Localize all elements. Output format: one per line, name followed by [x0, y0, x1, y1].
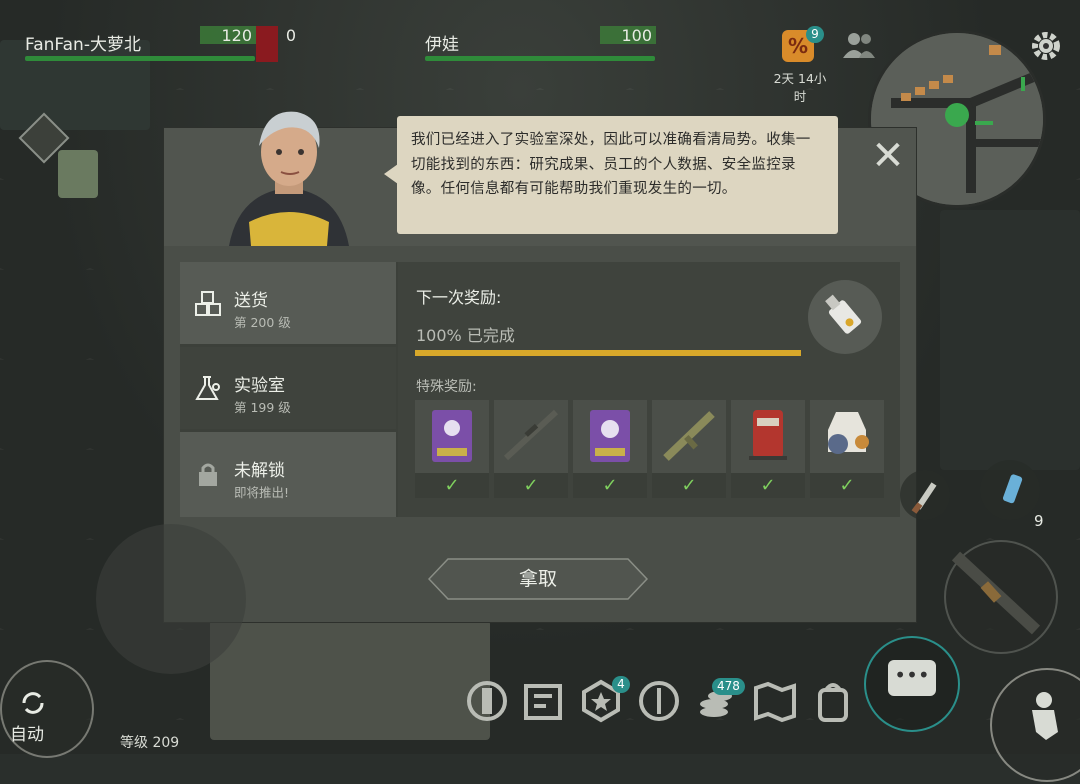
env-screen	[58, 150, 98, 198]
flask-icon	[194, 375, 222, 403]
player1-name: FanFan-大萝北	[25, 35, 141, 55]
reward-slot-2[interactable]: ✓	[494, 400, 568, 498]
sniper-rifle-icon	[494, 400, 568, 473]
close-icon[interactable]: ✕	[868, 136, 908, 176]
tab-locked-label: 未解锁	[234, 461, 285, 481]
craft-icon[interactable]	[464, 678, 510, 724]
claimed-check-icon: ✓	[810, 473, 884, 498]
refresh-icon	[20, 690, 46, 720]
chat-button[interactable]: •••	[864, 636, 960, 732]
tab-laboratory[interactable]: 实验室 第 199 级	[180, 347, 396, 429]
sneak-button[interactable]	[990, 668, 1080, 782]
reward-slot-4[interactable]: ✓	[652, 400, 726, 498]
chat-bubble-icon: •••	[888, 660, 936, 696]
tab-laboratory-label: 实验室	[234, 376, 285, 396]
claimed-check-icon: ✓	[573, 473, 647, 498]
reward-slot-1[interactable]: ✓	[415, 400, 489, 498]
purple-skull-card-icon	[415, 400, 489, 473]
player2-hp-value: 100	[621, 26, 652, 45]
purple-bear-card-icon	[573, 400, 647, 473]
tab-delivery-level: 第 200 级	[234, 315, 291, 330]
reward-dialog: 我们已经进入了实验室深处，因此可以准确看清局势。收集一切能找到的东西：研究成果、…	[164, 111, 916, 622]
key-reward-icon	[808, 280, 882, 354]
player2-hp-bar	[425, 56, 655, 61]
reward-slot-3[interactable]: ✓	[573, 400, 647, 498]
backpack-icon[interactable]	[810, 678, 856, 724]
quests-icon[interactable]	[520, 678, 566, 724]
tab-laboratory-level: 第 199 级	[234, 400, 291, 415]
progress-bar	[415, 350, 801, 356]
claimed-check-icon: ✓	[652, 473, 726, 498]
tab-delivery-label: 送货	[234, 291, 268, 311]
env-crates	[210, 620, 490, 740]
tab-delivery[interactable]: 送货 第 200 级	[180, 262, 396, 344]
event-timer: 2天 14小时	[773, 71, 827, 104]
player2-name: 伊娃	[425, 35, 459, 55]
movement-joystick[interactable]	[96, 524, 246, 674]
reward-panel: 送货 第 200 级 实验室 第 199 级 未解锁 即将推出! 下一次奖励: …	[180, 262, 900, 517]
coins-badge: 478	[712, 678, 745, 695]
progress-text: 100% 已完成	[416, 326, 515, 345]
take-button[interactable]: 拿取	[428, 558, 648, 600]
ammo-count: 9	[1034, 512, 1044, 530]
claimed-check-icon: ✓	[731, 473, 805, 498]
map-icon[interactable]	[752, 678, 798, 724]
env-wall	[940, 210, 1080, 470]
armor-vest-icon	[810, 400, 884, 473]
tab-locked[interactable]: 未解锁 即将推出!	[180, 432, 396, 517]
weapon-slot[interactable]	[944, 540, 1058, 654]
reward-slot-5[interactable]: ✓	[731, 400, 805, 498]
claimed-check-icon: ✓	[494, 473, 568, 498]
radiation-icon	[256, 26, 278, 62]
progress-fill	[415, 350, 801, 356]
boxes-icon	[194, 290, 222, 318]
friends-icon[interactable]	[842, 30, 876, 67]
lock-icon	[194, 460, 222, 488]
red-backpack-icon	[731, 400, 805, 473]
player1-hp-bar	[25, 56, 255, 61]
settings-gear-icon[interactable]	[1030, 30, 1062, 69]
tab-locked-sub: 即将推出!	[234, 485, 290, 500]
inhaler-icon[interactable]	[980, 460, 1040, 520]
reward-slot-6[interactable]: ✓	[810, 400, 884, 498]
claimed-check-icon: ✓	[415, 473, 489, 498]
character-portrait	[219, 102, 359, 246]
dialog-message: 我们已经进入了实验室深处，因此可以准确看清局势。收集一切能找到的东西：研究成果、…	[384, 116, 838, 234]
player1-hp-value: 120	[221, 26, 252, 45]
next-reward-label: 下一次奖励:	[416, 288, 502, 307]
assault-rifle-icon	[652, 400, 726, 473]
rank-badge: 4	[612, 676, 630, 693]
reward-details: 下一次奖励: 100% 已完成 特殊奖励: ✓ ✓ ✓ ✓ ✓ ✓	[398, 262, 900, 517]
auto-label: 自动	[10, 725, 44, 745]
special-reward-label: 特殊奖励:	[416, 379, 477, 395]
knife-icon[interactable]	[900, 470, 950, 520]
player-level: 等级 209	[120, 735, 180, 751]
clan-icon[interactable]	[636, 678, 682, 724]
event-badge: 9	[806, 26, 824, 43]
